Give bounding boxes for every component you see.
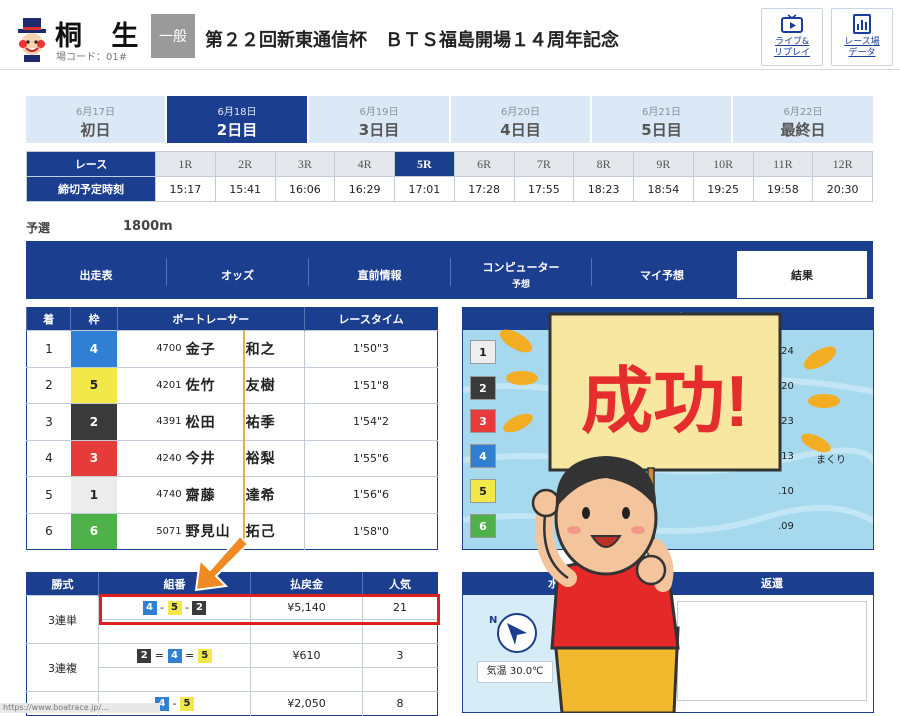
deadline-time: 19:58: [752, 176, 814, 202]
chart-doc-icon: [853, 14, 871, 34]
tab-results[interactable]: 結果: [737, 251, 867, 298]
combo-cell: 2 = 4 = 5: [98, 643, 251, 668]
racer-name-link[interactable]: 松田 祐季: [185, 403, 305, 440]
race-tab-12r[interactable]: 12R: [812, 151, 873, 177]
race-row-label: レース: [26, 151, 156, 177]
results-table: 着 枠 ボートレーサー レースタイム 1 4 4700 金子 和之 1'50"3…: [25, 307, 438, 550]
waku-badge: 4: [70, 331, 118, 367]
racer-name-link[interactable]: 今井 裕梨: [185, 439, 305, 477]
success-sign-illustration: 成功!: [499, 312, 840, 713]
start-waku-badge: 6: [470, 514, 496, 538]
race-tab-7r[interactable]: 7R: [513, 151, 575, 177]
day-tab-3[interactable]: 6月19日 3日目: [309, 96, 449, 143]
table-row: 2 5 4201 佐竹 友樹 1'51"8: [26, 366, 438, 404]
waku-badge: 3: [70, 440, 118, 476]
race-tab-10r[interactable]: 10R: [692, 151, 754, 177]
deadline-time: 17:28: [453, 176, 515, 202]
deadline-time: 17:55: [513, 176, 575, 202]
col-payout: 払戻金: [250, 572, 363, 596]
race-tab-6r[interactable]: 6R: [453, 151, 515, 177]
col-racer: ボートレーサー: [116, 307, 305, 331]
tab-pre-race-info[interactable]: 直前情報: [309, 251, 450, 298]
live-replay-button[interactable]: ライブ& リプレイ: [761, 8, 823, 66]
race-tab-4r[interactable]: 4R: [334, 151, 395, 177]
deadline-time: 18:23: [573, 176, 634, 202]
race-tab-5r[interactable]: 5R: [394, 151, 455, 177]
waku-badge: 6: [70, 513, 118, 549]
deadline-time: 15:17: [155, 176, 216, 202]
racer-name-link[interactable]: 金子 和之: [185, 330, 305, 367]
grade-badge: 一般: [151, 14, 195, 58]
race-tab-3r[interactable]: 3R: [274, 151, 336, 177]
race-type: 予選: [26, 221, 51, 235]
table-row: 1 4 4700 金子 和之 1'50"3: [26, 330, 438, 367]
sign-text: 成功!: [581, 362, 749, 442]
race-tab-1r[interactable]: 1R: [155, 151, 216, 177]
start-waku-badge: 4: [470, 444, 496, 468]
day-tab-2[interactable]: 6月18日 2日目: [167, 96, 307, 143]
start-line: [243, 330, 245, 548]
status-bar: https://www.boatrace.jp/...: [0, 703, 160, 713]
tab-odds[interactable]: オッズ: [167, 251, 308, 298]
start-waku-badge: 2: [470, 376, 496, 400]
day-tab-1[interactable]: 6月17日 初日: [26, 96, 165, 143]
mascot-logo-icon: [18, 18, 46, 62]
race-tab-9r[interactable]: 9R: [633, 151, 694, 177]
day-tab-5[interactable]: 6月21日 5日目: [592, 96, 731, 143]
arrow-down-left-icon: [194, 534, 250, 592]
waku-badge: 5: [70, 367, 118, 403]
col-time: レースタイム: [304, 307, 438, 331]
table-row: 5 1 4740 齋藤 達希 1'56"6: [26, 476, 438, 513]
table-row: 3連複 2 = 4 = 5 ¥610 3: [26, 643, 438, 692]
table-row: 4 3 4240 今井 裕梨 1'55"6: [26, 439, 438, 477]
deadline-time: 19:25: [692, 176, 754, 202]
deadline-time: 18:54: [633, 176, 694, 202]
racer-name-link[interactable]: 齋藤 達希: [185, 476, 305, 513]
venue-data-button[interactable]: レース場 データ: [831, 8, 893, 66]
tab-my-prediction[interactable]: マイ予想: [592, 251, 732, 298]
race-tab-2r[interactable]: 2R: [214, 151, 276, 177]
racer-name-link[interactable]: 佐竹 友樹: [185, 366, 305, 404]
waku-badge: 2: [70, 404, 118, 440]
venue-code: 場コード：01#: [56, 52, 128, 63]
race-distance: 1800m: [123, 219, 173, 234]
waku-badge: 1: [70, 477, 118, 513]
tab-entry-list[interactable]: 出走表: [26, 251, 166, 298]
day-tab-4[interactable]: 6月20日 4日目: [451, 96, 590, 143]
col-bet-type: 勝式: [26, 572, 99, 596]
col-waku: 枠: [70, 307, 118, 331]
table-row: 3 2 4391 松田 祐季 1'54"2: [26, 403, 438, 440]
deadline-row-label: 締切予定時刻: [26, 176, 156, 202]
start-waku-badge: 5: [470, 479, 496, 503]
tv-icon: [781, 14, 803, 33]
start-waku-badge: 3: [470, 409, 496, 433]
deadline-time: 17:01: [394, 176, 455, 202]
start-waku-badge: 1: [470, 340, 496, 364]
race-schedule-table: レース 1R 2R 3R 4R 5R 6R 7R 8R 9R 10R 11R 1…: [26, 151, 873, 202]
race-title: 第２２回新東通信杯 ＢＴＳ福島開場１４周年記念: [205, 30, 619, 51]
highlight-box: [99, 594, 440, 625]
deadline-time: 15:41: [214, 176, 276, 202]
deadline-time: 20:30: [812, 176, 873, 202]
tab-computer-prediction[interactable]: コンピューター 予想: [451, 251, 591, 298]
deadline-time: 16:06: [274, 176, 336, 202]
day-tab-6[interactable]: 6月22日 最終日: [733, 96, 873, 143]
race-tab-11r[interactable]: 11R: [752, 151, 814, 177]
race-tab-8r[interactable]: 8R: [573, 151, 634, 177]
deadline-time: 16:29: [334, 176, 395, 202]
col-popularity: 人気: [362, 572, 438, 596]
col-rank: 着: [25, 307, 71, 331]
